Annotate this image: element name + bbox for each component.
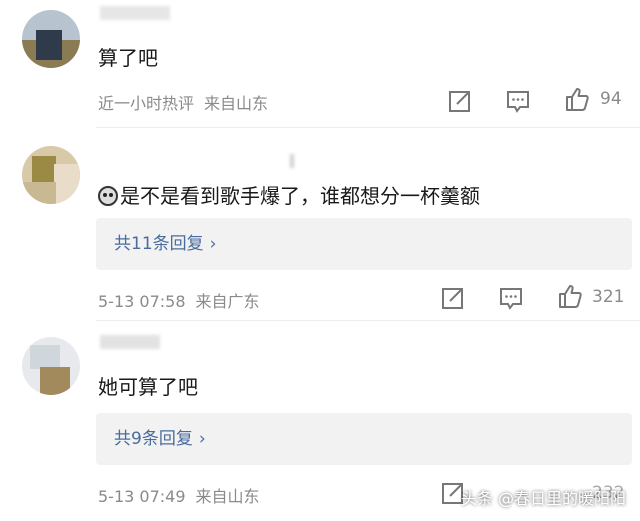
comment-text: 算了吧 <box>98 46 158 70</box>
comment-location: 来自山东 <box>195 487 260 506</box>
comment-item: 算了吧 近一小时热评 来自山东 94 <box>0 0 640 128</box>
avatar[interactable] <box>22 146 80 204</box>
comment-location: 来自山东 <box>204 94 269 113</box>
chevron-right-icon: › <box>198 429 206 449</box>
avatar[interactable] <box>22 337 80 395</box>
face-emoji-icon <box>98 186 118 206</box>
username-blurred[interactable] <box>100 335 160 349</box>
comment-meta: 近一小时热评 来自山东 <box>98 90 268 114</box>
like-icon[interactable] <box>564 86 590 112</box>
share-icon[interactable] <box>447 88 473 114</box>
comment-item: 是不是看到歌手爆了，谁都想分一杯羹额 共11条回复 › 5-13 07:58 来自广… <box>0 128 640 320</box>
comment-icon[interactable] <box>505 88 531 114</box>
comment-text: 她可算了吧 <box>98 375 198 399</box>
avatar[interactable] <box>22 10 80 68</box>
comment-time: 近一小时热评 <box>98 94 195 113</box>
share-icon[interactable] <box>440 285 466 311</box>
view-replies-button[interactable]: 共11条回复 › <box>96 218 632 270</box>
username-blurred[interactable] <box>290 154 294 168</box>
comment-text: 是不是看到歌手爆了，谁都想分一杯羹额 <box>98 180 480 209</box>
comment-location: 来自广东 <box>195 292 260 311</box>
comment-time: 5-13 07:58 <box>98 292 186 311</box>
like-icon[interactable] <box>557 283 583 309</box>
watermark: 头条 @春日里的暖阳阳 <box>460 489 626 508</box>
username-blurred[interactable] <box>100 6 170 20</box>
chevron-right-icon: › <box>209 234 217 254</box>
comment-time: 5-13 07:49 <box>98 487 186 506</box>
view-replies-button[interactable]: 共9条回复 › <box>96 413 632 465</box>
comment-meta: 5-13 07:49 来自山东 <box>98 483 260 507</box>
like-count: 94 <box>600 89 622 109</box>
comment-meta: 5-13 07:58 来自广东 <box>98 288 260 312</box>
comment-icon[interactable] <box>498 285 524 311</box>
like-count: 321 <box>592 287 625 307</box>
